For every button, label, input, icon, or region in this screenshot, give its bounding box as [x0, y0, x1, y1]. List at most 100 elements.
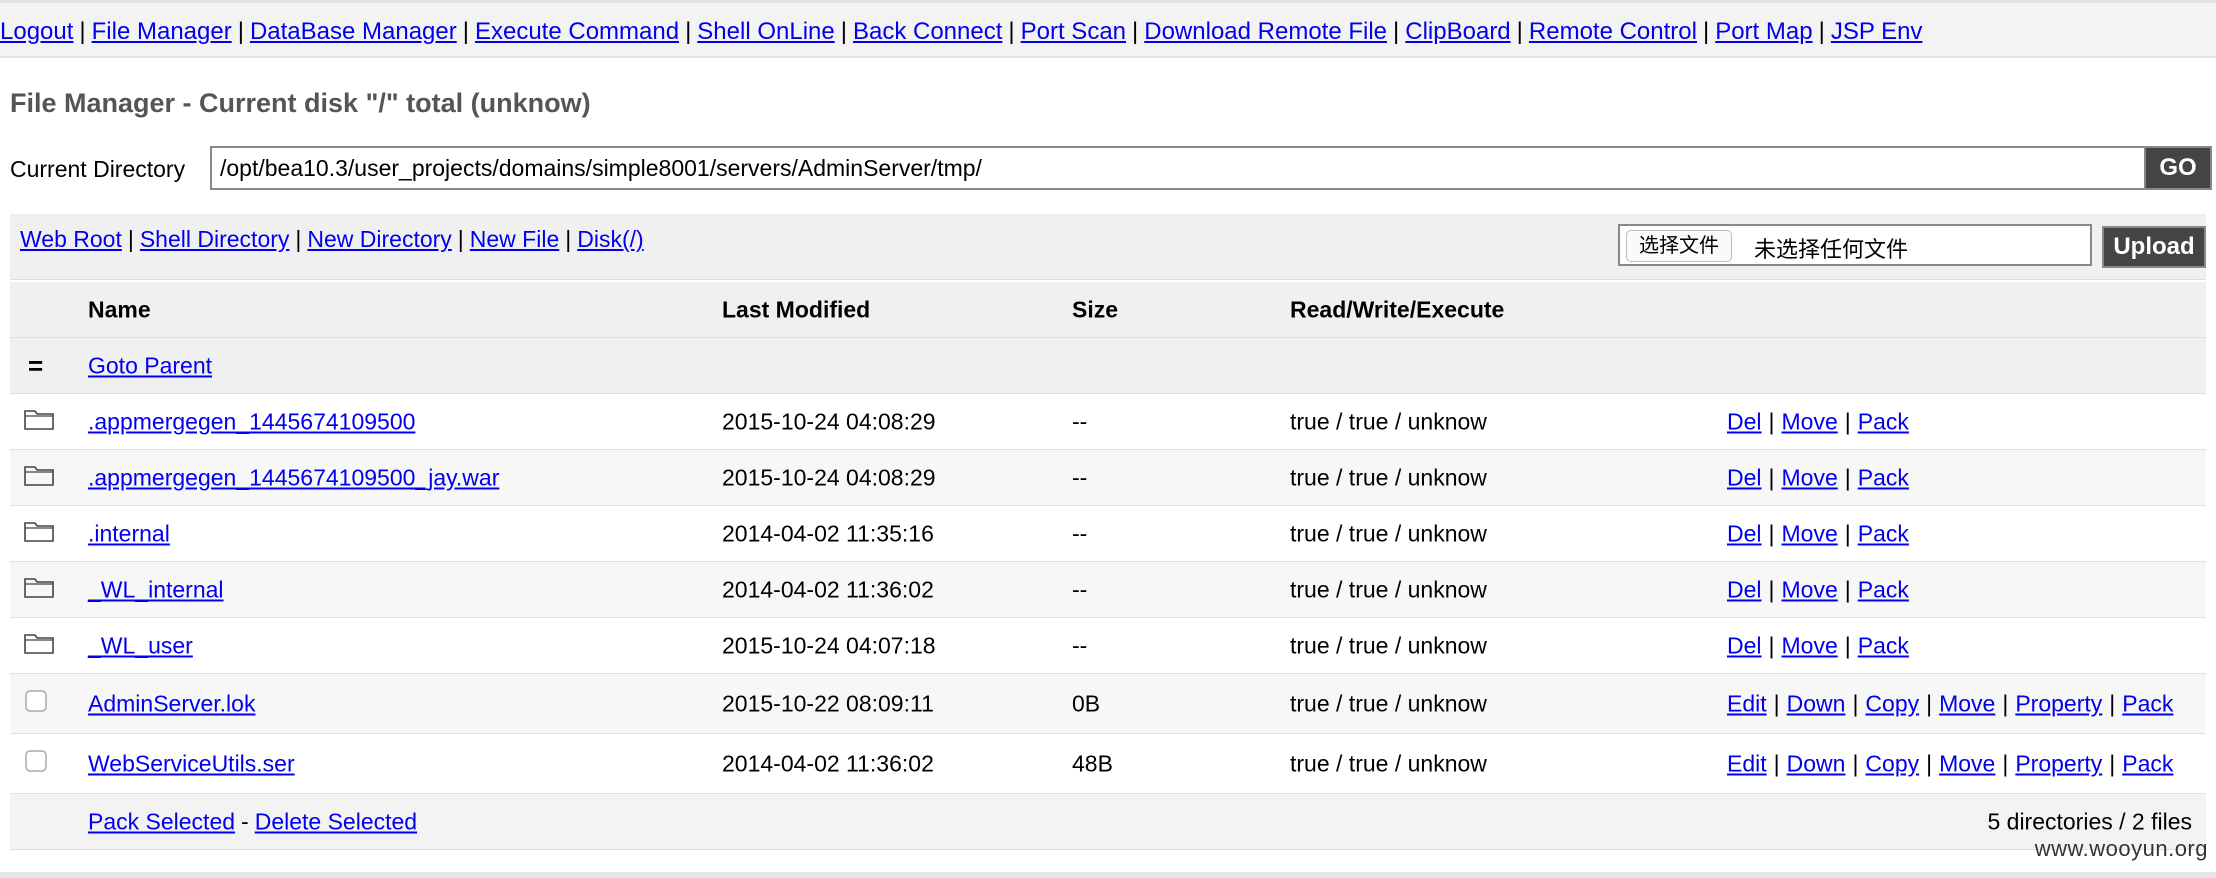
file-row: AdminServer.lok 2015-10-22 08:09:11 0B true…: [10, 674, 2206, 734]
nav-link-download-remote-file[interactable]: Download Remote File: [1144, 18, 1387, 45]
action-down[interactable]: Down: [1787, 690, 1846, 716]
action-pack[interactable]: Pack: [1858, 576, 1909, 602]
action-del[interactable]: Del: [1727, 408, 1762, 434]
action-del[interactable]: Del: [1727, 632, 1762, 658]
action-del[interactable]: Del: [1727, 464, 1762, 490]
bottom-bar: [0, 872, 2216, 878]
action-separator: |: [1768, 520, 1775, 546]
nav-link-port-map[interactable]: Port Map: [1715, 18, 1812, 45]
nav-separator: |: [1393, 18, 1400, 45]
file-name-link[interactable]: WebServiceUtils.ser: [88, 750, 295, 777]
action-pack[interactable]: Pack: [1858, 408, 1909, 434]
file-chooser[interactable]: 选择文件 未选择任何文件: [1618, 224, 2092, 266]
nav-link-logout[interactable]: Logout: [0, 18, 73, 45]
directory-name-link[interactable]: _WL_internal: [88, 576, 224, 603]
last-modified: 2015-10-24 04:08:29: [722, 408, 936, 434]
nav-link-remote-control[interactable]: Remote Control: [1529, 18, 1697, 45]
header-name: Name: [88, 296, 151, 322]
toolbar-links: Web Root | Shell Directory | New Directory | N…: [20, 226, 644, 253]
nav-separator: |: [1818, 18, 1825, 45]
action-separator: |: [1844, 520, 1851, 546]
folder-icon: [24, 576, 54, 604]
row-actions: Edit | Down | Copy | Move | Property | Pack: [1727, 750, 2173, 777]
row-actions: Del | Move | Pack: [1727, 520, 1909, 547]
action-move[interactable]: Move: [1939, 750, 1995, 776]
directory-name-link[interactable]: .internal: [88, 520, 170, 547]
permissions: true / true / unknow: [1290, 576, 1487, 602]
directory-name-link[interactable]: _WL_user: [88, 632, 193, 659]
folder-icon: [24, 408, 54, 436]
action-copy[interactable]: Copy: [1865, 750, 1919, 776]
action-separator: |: [1926, 750, 1933, 776]
directory-row: .appmergegen_1445674109500_jay.war 2015-1…: [10, 450, 2206, 506]
action-edit[interactable]: Edit: [1727, 750, 1767, 776]
nav-link-back-connect[interactable]: Back Connect: [853, 18, 1002, 45]
action-del[interactable]: Del: [1727, 576, 1762, 602]
goto-parent-link[interactable]: Goto Parent: [88, 352, 212, 379]
action-pack[interactable]: Pack: [2122, 690, 2173, 716]
last-modified: 2014-04-02 11:36:02: [722, 750, 934, 776]
choose-file-button[interactable]: 选择文件: [1626, 230, 1732, 262]
action-move[interactable]: Move: [1782, 464, 1838, 490]
action-down[interactable]: Down: [1787, 750, 1846, 776]
nav-separator: |: [685, 18, 692, 45]
action-pack[interactable]: Pack: [1858, 520, 1909, 546]
upload-button[interactable]: Upload: [2102, 226, 2206, 268]
action-pack[interactable]: Pack: [1858, 464, 1909, 490]
table-footer-row: Pack Selected - Delete Selected 5 directori…: [10, 794, 2206, 850]
nav-link-jsp-env[interactable]: JSP Env: [1831, 18, 1923, 45]
action-move[interactable]: Move: [1782, 520, 1838, 546]
table-header-row: Name Last Modified Size Read/Write/Execu…: [10, 282, 2206, 338]
action-move[interactable]: Move: [1939, 690, 1995, 716]
nav-link-clipboard[interactable]: ClipBoard: [1405, 18, 1510, 45]
file-name-link[interactable]: AdminServer.lok: [88, 690, 255, 717]
goto-parent-row: = Goto Parent: [10, 338, 2206, 394]
action-move[interactable]: Move: [1782, 408, 1838, 434]
nav-link-port-scan[interactable]: Port Scan: [1021, 18, 1126, 45]
nav-link-execute-command[interactable]: Execute Command: [475, 18, 679, 45]
directory-name-link[interactable]: .appmergegen_1445674109500_jay.war: [88, 464, 499, 491]
toolbar-link-disk-[interactable]: Disk(/): [577, 226, 643, 252]
toolbar-link-new-directory[interactable]: New Directory: [307, 226, 451, 252]
action-property[interactable]: Property: [2015, 690, 2102, 716]
size: 48B: [1072, 750, 1113, 776]
current-directory-label: Current Directory: [10, 156, 186, 182]
action-pack[interactable]: Pack: [2122, 750, 2173, 776]
watermark: www.wooyun.org: [2034, 836, 2208, 861]
action-move[interactable]: Move: [1782, 576, 1838, 602]
permissions: true / true / unknow: [1290, 632, 1487, 658]
permissions: true / true / unknow: [1290, 520, 1487, 546]
pack-selected-link[interactable]: Pack Selected: [88, 808, 235, 834]
action-separator: |: [1852, 690, 1859, 716]
action-move[interactable]: Move: [1782, 632, 1838, 658]
toolbar-separator: |: [295, 226, 302, 252]
action-separator: |: [1773, 690, 1780, 716]
delete-selected-link[interactable]: Delete Selected: [255, 808, 417, 834]
last-modified: 2015-10-24 04:08:29: [722, 464, 936, 490]
directory-name-link[interactable]: .appmergegen_1445674109500: [88, 408, 415, 435]
row-checkbox[interactable]: [24, 689, 48, 719]
toolbar-link-shell-directory[interactable]: Shell Directory: [140, 226, 290, 252]
size: 0B: [1072, 690, 1101, 716]
folder-icon: [24, 520, 54, 548]
action-del[interactable]: Del: [1727, 520, 1762, 546]
nav-link-database-manager[interactable]: DataBase Manager: [250, 18, 457, 45]
action-separator: |: [1844, 632, 1851, 658]
action-copy[interactable]: Copy: [1865, 690, 1919, 716]
current-directory-input[interactable]: [210, 146, 2146, 190]
header-size: Size: [1072, 296, 1119, 322]
action-separator: |: [1844, 464, 1851, 490]
nav-link-shell-online[interactable]: Shell OnLine: [697, 18, 834, 45]
permissions: true / true / unknow: [1290, 690, 1487, 716]
page-title: File Manager - Current disk "/" total (u…: [10, 88, 591, 118]
action-edit[interactable]: Edit: [1727, 690, 1767, 716]
nav-link-file-manager[interactable]: File Manager: [92, 18, 232, 45]
action-property[interactable]: Property: [2015, 750, 2102, 776]
action-pack[interactable]: Pack: [1858, 632, 1909, 658]
row-checkbox[interactable]: [24, 749, 48, 779]
toolbar: Web Root | Shell Directory | New Directory | N…: [10, 214, 2206, 280]
size: --: [1072, 576, 1088, 602]
toolbar-link-web-root[interactable]: Web Root: [20, 226, 122, 252]
toolbar-link-new-file[interactable]: New File: [470, 226, 559, 252]
go-button[interactable]: GO: [2144, 146, 2212, 190]
